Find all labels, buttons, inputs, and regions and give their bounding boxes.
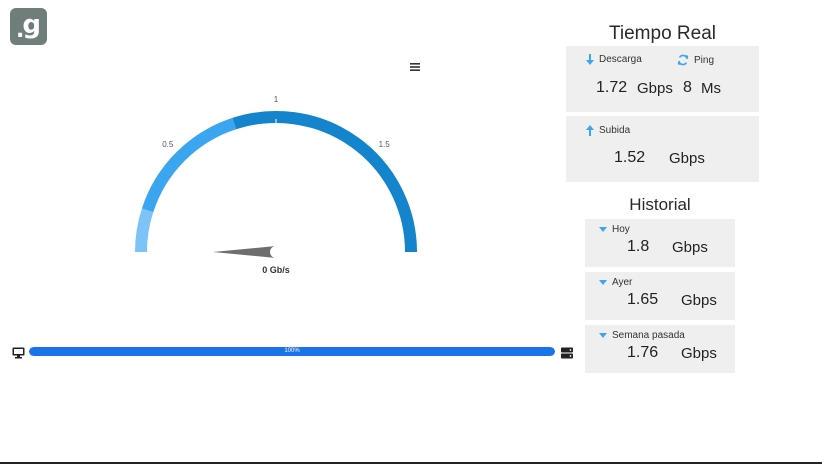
arrow-down-icon (586, 54, 594, 65)
download-label-row: Descarga (586, 54, 642, 65)
caret-down-icon (599, 332, 607, 338)
download-label: Descarga (599, 54, 642, 65)
upload-label: Subida (599, 125, 631, 136)
history-item-semana-pasada: Semana pasada 1.76 Gbps (585, 325, 735, 373)
test-progress-row: 100% (12, 344, 574, 360)
realtime-title: Tiempo Real (608, 23, 716, 44)
upload-label-row: Subida (586, 125, 630, 136)
ping-label-row: Ping (677, 54, 714, 66)
progress-fill: 100% (29, 347, 555, 356)
upload-card: Subida 1.52 Gbps (566, 116, 759, 182)
history-item-label-row: Ayer (599, 277, 632, 288)
history-item-ayer: Ayer 1.65 Gbps (585, 272, 735, 320)
history-item-label: Ayer (612, 277, 633, 288)
history-item-value: 1.65 (627, 291, 659, 308)
gauge-band-low (135, 208, 154, 253)
ping-value: 8 (683, 79, 692, 96)
gauge-band-high (232, 111, 417, 253)
download-value: 1.72 (596, 79, 628, 96)
download-ping-card: Descarga Ping 1.72 Gbps 8 Ms (566, 46, 759, 112)
history-item-label-row: Semana pasada (599, 330, 685, 341)
ping-unit: Ms (701, 80, 721, 97)
history-item-unit: Gbps (681, 292, 717, 309)
history-item-unit: Gbps (681, 345, 717, 362)
history-item-unit: Gbps (672, 239, 708, 256)
hamburger-menu-icon[interactable] (409, 60, 421, 72)
gauge-band-mid (141, 117, 237, 213)
arrow-up-icon (586, 125, 594, 136)
history-title: Historial (629, 195, 691, 214)
gauge-tick-label-1-5: 1.5 (379, 140, 391, 149)
gauge-tick-label-0-5: 0.5 (162, 140, 174, 149)
gauge-needle (213, 246, 276, 258)
refresh-icon (677, 54, 689, 66)
history-item-value: 1.76 (627, 344, 659, 361)
history-item-value: 1.8 (627, 238, 650, 255)
history-item-label-row: Hoy (599, 224, 630, 235)
history-item-label: Hoy (612, 224, 630, 235)
server-icon (561, 346, 573, 364)
history-item-label: Semana pasada (612, 330, 685, 341)
caret-down-icon (599, 279, 607, 285)
download-unit: Gbps (637, 80, 673, 97)
speed-gauge: 0.5 1 1.5 0 Gb/s (135, 95, 417, 275)
progress-bar: 100% (29, 347, 555, 356)
gauge-tick-label-1: 1 (274, 95, 279, 104)
caret-down-icon (599, 226, 607, 232)
upload-value: 1.52 (614, 149, 646, 166)
ping-label: Ping (694, 54, 715, 66)
app-logo: .g (10, 8, 47, 45)
history-item-hoy: Hoy 1.8 Gbps (585, 219, 735, 267)
desktop-icon (12, 346, 25, 364)
gauge-readout: 0 Gb/s (262, 265, 290, 275)
upload-unit: Gbps (669, 150, 705, 167)
